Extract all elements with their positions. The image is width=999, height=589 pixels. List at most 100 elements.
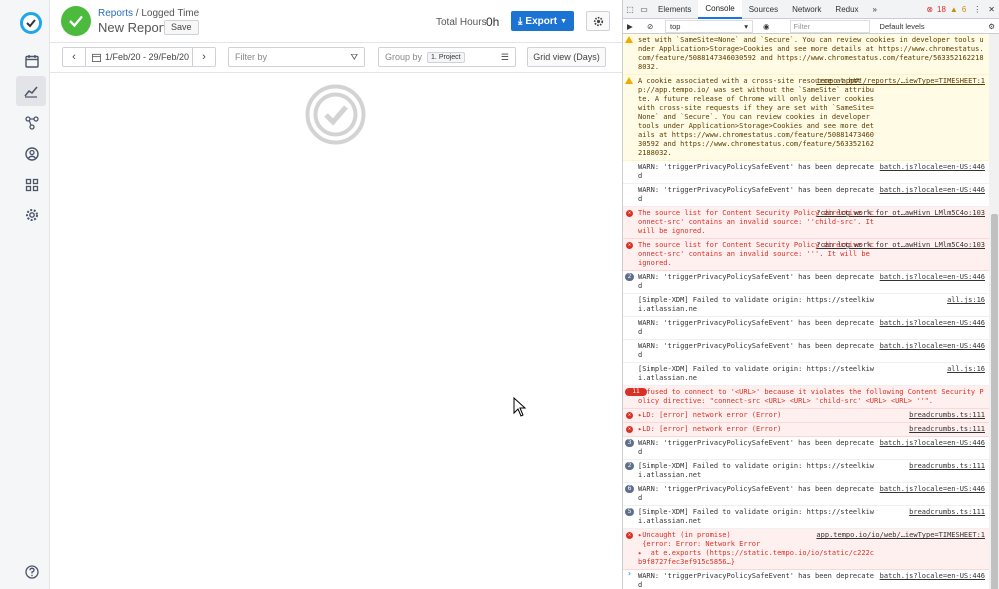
console-source-link[interactable]: ?can_log_work_for_ot…awHivn_LMlm5C4o:103 xyxy=(816,241,985,250)
tab-elements[interactable]: Elements xyxy=(651,0,698,19)
console-sidebar-toggle-icon[interactable]: ▶ xyxy=(627,22,633,31)
console-source-link[interactable]: batch.js?locale=en-US:446 xyxy=(880,485,985,494)
tab-network[interactable]: Network xyxy=(785,0,828,19)
log-levels-dropdown[interactable]: Default levels xyxy=(880,22,925,31)
console-message[interactable]: WARN: 'triggerPrivacyPolicySafeEvent' ha… xyxy=(623,340,989,363)
console-message[interactable]: ✕ The source list for Content Security Po… xyxy=(623,239,989,271)
console-message[interactable]: 2 WARN: 'triggerPrivacyPolicySafeEvent' h… xyxy=(623,271,989,294)
repeat-count-badge: 6 xyxy=(625,485,634,493)
inspect-element-icon[interactable]: ⬚ xyxy=(623,5,637,14)
error-icon: ✕ xyxy=(626,426,633,433)
console-source-link[interactable]: batch.js?locale=en-US:446 xyxy=(880,186,985,195)
console-source-link[interactable]: all.js:16 xyxy=(947,296,985,305)
console-message[interactable]: ✕ ▸LD: [error] network error (Error) bread… xyxy=(623,409,989,423)
devtools-badges[interactable]: ⊗ 18 ▲ 6 ⋮ ✕ xyxy=(926,5,999,14)
console-source-link[interactable]: breadcrumbs.ts:111 xyxy=(909,462,985,471)
previous-period-button[interactable]: ‹ xyxy=(63,48,85,66)
hamburger-menu-icon[interactable]: ☰ xyxy=(501,52,509,63)
breadcrumb: Reports / Logged Time xyxy=(98,8,199,19)
console-source-link[interactable]: batch.js?locale=en-US:446 xyxy=(880,319,985,328)
console-source-link[interactable]: batch.js?locale=en-US:446 xyxy=(880,439,985,448)
workflow-icon[interactable] xyxy=(17,108,47,138)
console-message[interactable]: WARN: 'triggerPrivacyPolicySafeEvent' ha… xyxy=(623,570,989,589)
console-scrollbar[interactable] xyxy=(989,34,999,589)
console-source-link[interactable]: tempo-app#!/reports/…iewType=TIMESHEET:1 xyxy=(816,77,985,86)
filter-by-input[interactable]: Filter by ⛛ xyxy=(228,47,365,67)
tempo-logo-icon[interactable] xyxy=(20,12,42,34)
apps-grid-icon[interactable] xyxy=(17,170,47,200)
tab-console[interactable]: Console xyxy=(698,0,742,19)
console-message[interactable]: ✕ ▸LD: [error] network error (Error) bread… xyxy=(623,423,989,437)
console-message[interactable]: 5 [Simple-XDM] Failed to validate origin:… xyxy=(623,506,989,529)
devtools-menu-icon[interactable]: ⋮ xyxy=(970,5,984,14)
console-message-text: [Simple-XDM] Failed to validate origin: … xyxy=(638,296,875,313)
console-message[interactable]: 2 [Simple-XDM] Failed to validate origin:… xyxy=(623,460,989,483)
grid-view-button[interactable]: Grid view (Days) xyxy=(527,47,606,67)
console-message[interactable]: [Simple-XDM] Failed to validate origin: … xyxy=(623,294,989,317)
report-title[interactable]: New Report xyxy=(98,20,167,35)
console-source-link[interactable]: batch.js?locale=en-US:446 xyxy=(880,273,985,282)
console-filter-bar: ▶ ⊘ top ▾ ◉ Filter Default levels ⚙ xyxy=(623,19,999,34)
console-message[interactable]: 3 WARN: 'triggerPrivacyPolicySafeEvent' h… xyxy=(623,437,989,460)
warning-count: 6 xyxy=(961,4,967,14)
console-message[interactable]: 6 WARN: 'triggerPrivacyPolicySafeEvent' h… xyxy=(623,483,989,506)
next-period-button[interactable]: › xyxy=(193,48,215,66)
console-scrollbar-thumb[interactable] xyxy=(991,214,998,589)
console-message[interactable]: A cookie associated with a cross-site re… xyxy=(623,75,989,161)
error-count-icon: ⊗ xyxy=(926,4,934,14)
group-by-chip[interactable]: 1. Project xyxy=(427,51,465,63)
report-check-icon xyxy=(61,6,91,36)
app-sidebar xyxy=(0,0,50,589)
clear-console-icon[interactable]: ⊘ xyxy=(647,22,653,31)
export-button[interactable]: ⤓ Export ▼ xyxy=(511,11,574,31)
loading-check-icon xyxy=(305,84,366,145)
console-source-link[interactable]: batch.js?locale=en-US:446 xyxy=(880,342,985,351)
console-filter-input[interactable]: Filter xyxy=(789,19,870,33)
console-message[interactable]: WARN: 'triggerPrivacyPolicySafeEvent' ha… xyxy=(623,161,989,184)
report-settings-button[interactable] xyxy=(586,11,610,31)
filter-funnel-icon: ⛛ xyxy=(350,51,358,62)
devtools-close-icon[interactable]: ✕ xyxy=(988,5,995,14)
more-tabs-button[interactable]: » xyxy=(866,0,884,19)
console-source-link[interactable]: ?can_log_work_for_ot…awHivn_LMlm5C4o:103 xyxy=(816,209,985,218)
console-message[interactable]: WARN: 'triggerPrivacyPolicySafeEvent' ha… xyxy=(623,184,989,207)
live-expression-eye-icon[interactable]: ◉ xyxy=(763,22,770,31)
device-toolbar-icon[interactable]: ▭ xyxy=(637,5,651,14)
console-source-link[interactable]: breadcrumbs.ts:111 xyxy=(909,508,985,517)
console-source-link[interactable]: batch.js?locale=en-US:446 xyxy=(880,572,985,581)
console-settings-icon[interactable]: ⚙ xyxy=(988,22,995,31)
breadcrumb-reports-link[interactable]: Reports xyxy=(98,8,133,19)
console-source-link[interactable]: breadcrumbs.ts:111 xyxy=(909,425,985,434)
console-message[interactable]: WARN: 'triggerPrivacyPolicySafeEvent' ha… xyxy=(623,317,989,340)
error-icon: ✕ xyxy=(626,532,633,539)
console-message-text: A cookie associated with a cross-site re… xyxy=(638,77,879,157)
calendar-icon[interactable] xyxy=(17,46,47,76)
help-icon[interactable] xyxy=(17,557,47,587)
console-source-link[interactable]: breadcrumbs.ts:111 xyxy=(909,411,985,420)
breadcrumb-current: Logged Time xyxy=(141,8,200,19)
console-prompt-icon[interactable]: › xyxy=(627,569,632,578)
date-range-value: 1/Feb/20 - 29/Feb/20 xyxy=(105,52,190,62)
context-value: top xyxy=(670,21,681,31)
error-icon: ✕ xyxy=(626,210,633,217)
context-selector[interactable]: top ▾ xyxy=(665,19,753,33)
error-icon: ✕ xyxy=(626,242,633,249)
console-message[interactable]: 11 Refused to connect to '<URL>' because … xyxy=(623,386,989,409)
reports-chart-icon[interactable] xyxy=(16,76,46,106)
console-message[interactable]: ✕ The source list for Content Security Po… xyxy=(623,207,989,239)
console-message[interactable]: [Simple-XDM] Failed to validate origin: … xyxy=(623,363,989,386)
console-source-link[interactable]: app.tempo.io/io/web/…iewType=TIMESHEET:1 xyxy=(816,531,985,540)
date-range-button[interactable]: 1/Feb/20 - 29/Feb/20 xyxy=(85,48,193,66)
console-source-link[interactable]: batch.js?locale=en-US:446 xyxy=(880,163,985,172)
console-message[interactable]: ✕ ▸Uncaught (in promise) {error: Error: N… xyxy=(623,529,989,570)
save-button[interactable]: Save xyxy=(164,20,199,35)
user-profile-icon[interactable] xyxy=(17,139,47,169)
warning-count-icon: ▲ xyxy=(949,4,958,14)
tab-sources[interactable]: Sources xyxy=(742,0,785,19)
group-by-selector[interactable]: Group by 1. Project ☰ xyxy=(378,47,516,67)
mouse-cursor-icon xyxy=(513,397,527,417)
tab-redux[interactable]: Redux xyxy=(828,0,865,19)
console-message[interactable]: set with `SameSite=None` and `Secure`. Y… xyxy=(623,34,989,75)
console-source-link[interactable]: all.js:16 xyxy=(947,365,985,374)
settings-gear-icon[interactable] xyxy=(17,200,47,230)
